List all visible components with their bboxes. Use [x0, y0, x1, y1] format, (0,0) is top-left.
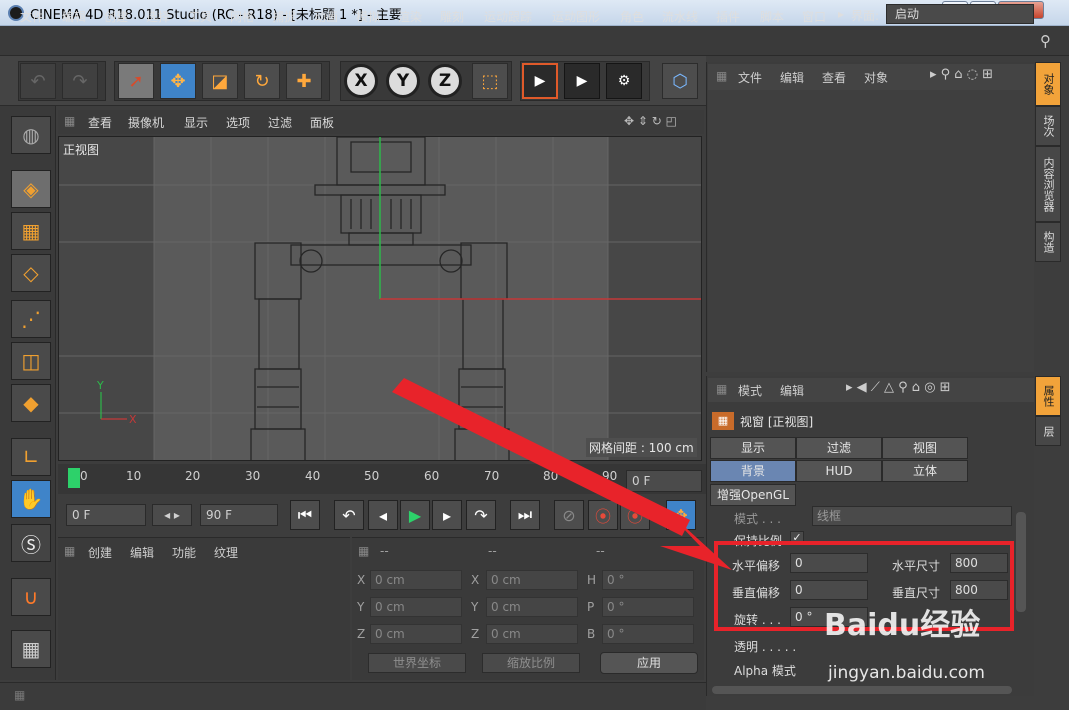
annotation-arrow-shaft: [392, 378, 690, 536]
baidu-watermark-url: jingyan.baidu.com: [828, 663, 985, 683]
baidu-watermark: Baidu经验: [824, 608, 981, 643]
